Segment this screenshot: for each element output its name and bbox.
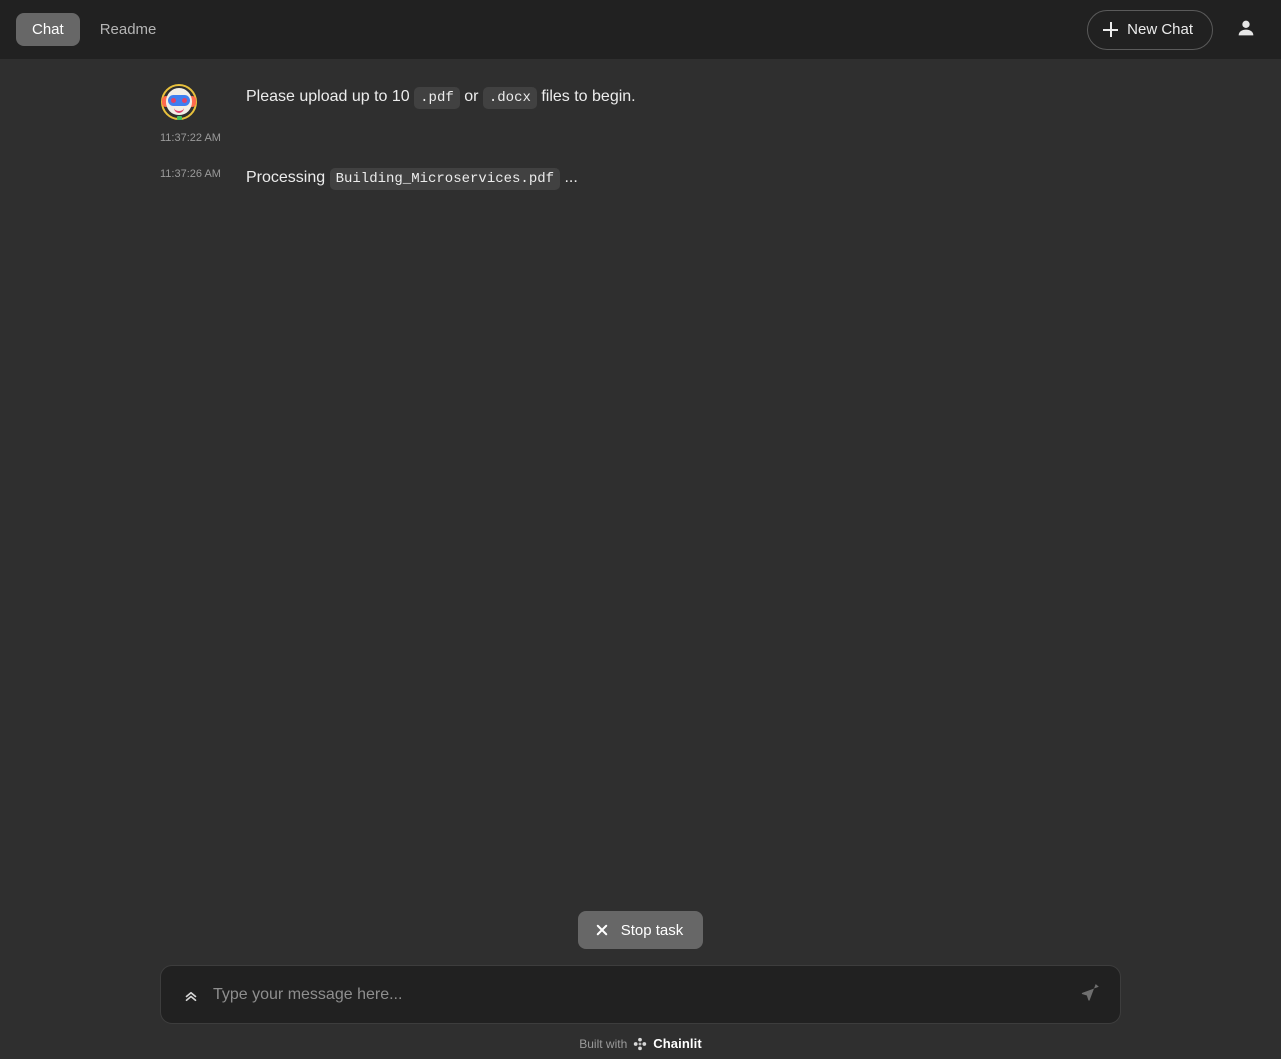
close-icon [595, 923, 609, 937]
user-icon [1235, 17, 1257, 42]
tab-readme[interactable]: Readme [84, 13, 173, 46]
message-content: Please upload up to 10 .pdf or .docx fil… [246, 81, 1281, 111]
message-gutter: 11:37:26 AM [160, 162, 246, 180]
chainlit-brand-label: Chainlit [653, 1036, 702, 1051]
message-timestamp: 11:37:26 AM [160, 168, 221, 180]
stop-task-button[interactable]: Stop task [577, 911, 704, 949]
message-timestamp: 11:37:22 AM [160, 132, 221, 144]
message-text-segment: Processing [246, 169, 330, 186]
footer-credit: Built with Chainlit [579, 1036, 702, 1051]
header-actions: New Chat [1087, 9, 1263, 50]
stop-task-label: Stop task [620, 921, 684, 939]
app-header: Chat Readme New Chat [0, 0, 1281, 59]
message-text-segment: or [459, 88, 483, 105]
chat-application: Chat Readme New Chat 11:37:22 AM Please … [0, 0, 1281, 1059]
composer-area: Stop task Built with [0, 911, 1281, 1059]
new-chat-label: New Chat [1127, 21, 1193, 38]
message-input[interactable] [213, 982, 1068, 1007]
code-chip-filename: Building_Microservices.pdf [329, 168, 561, 190]
message-composer[interactable] [160, 965, 1121, 1024]
message-text-segment: ... [560, 169, 578, 186]
message-text-segment: files to begin. [536, 88, 636, 105]
code-chip-pdf: .pdf [414, 87, 460, 109]
chainlit-logo-icon [634, 1037, 647, 1050]
user-profile-button[interactable] [1229, 13, 1263, 47]
message-content: Processing Building_Microservices.pdf ..… [246, 162, 1281, 192]
message-gutter: 11:37:22 AM [160, 81, 246, 144]
header-tabs: Chat Readme [16, 13, 172, 46]
chevrons-up-icon[interactable] [177, 981, 205, 1009]
new-chat-button[interactable]: New Chat [1087, 9, 1213, 50]
code-chip-docx: .docx [482, 87, 537, 109]
message-text-segment: Please upload up to 10 [246, 88, 415, 105]
tab-chat[interactable]: Chat [16, 13, 80, 46]
message-list: 11:37:22 AM Please upload up to 10 .pdf … [0, 59, 1281, 192]
message-row: 11:37:26 AM Processing Building_Microser… [0, 162, 1281, 192]
robot-avatar-icon [160, 83, 198, 121]
send-button[interactable] [1074, 979, 1106, 1011]
built-with-label: Built with [579, 1036, 628, 1051]
message-row: 11:37:22 AM Please upload up to 10 .pdf … [0, 81, 1281, 144]
send-icon [1081, 984, 1099, 1001]
chat-main: 11:37:22 AM Please upload up to 10 .pdf … [0, 59, 1281, 1059]
plus-icon [1103, 22, 1119, 37]
